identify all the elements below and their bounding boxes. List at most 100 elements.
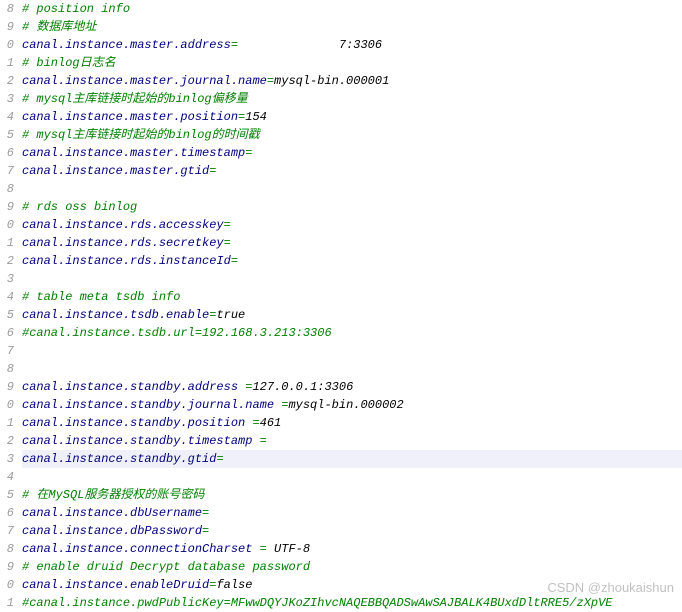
line-number: 4 [0, 468, 14, 486]
redacted-value [209, 506, 216, 520]
property-key: canal.instance.master.journal.name [22, 74, 267, 88]
code-area: # position info # 数据库地址 canal.instance.mas… [16, 0, 682, 612]
equals: = [231, 254, 238, 268]
equals: = [245, 146, 252, 160]
line-number: 4 [0, 288, 14, 306]
property-key: canal.instance.standby.position [22, 416, 252, 430]
code-line: canal.instance.master.position=154 [22, 108, 682, 126]
line-number: 9 [0, 198, 14, 216]
line-number: 4 [0, 108, 14, 126]
code-line [22, 342, 682, 360]
code-line: # 数据库地址 [22, 18, 682, 36]
property-value: 7:3306 [339, 38, 382, 52]
code-line: # rds oss binlog [22, 198, 682, 216]
line-number: 8 [0, 540, 14, 558]
property-key: canal.instance.master.address [22, 38, 231, 52]
comment: # mysql主库链接时起始的binlog偏移量 [22, 92, 248, 106]
line-number: 5 [0, 306, 14, 324]
code-line: canal.instance.master.timestamp= [22, 144, 682, 162]
property-value: 461 [260, 416, 282, 430]
code-line: # mysql主库链接时起始的binlog偏移量 [22, 90, 682, 108]
comment: # enable druid Decrypt database password [22, 560, 310, 574]
property-key: canal.instance.rds.instanceId [22, 254, 231, 268]
line-number: 9 [0, 18, 14, 36]
code-line: canal.instance.dbUsername= [22, 504, 682, 522]
property-key: canal.instance.rds.accesskey [22, 218, 224, 232]
property-value: true [216, 308, 245, 322]
equals: = [260, 434, 267, 448]
line-number: 6 [0, 324, 14, 342]
equals: = [260, 542, 274, 556]
comment: # binlog日志名 [22, 56, 116, 70]
property-value: UTF-8 [274, 542, 310, 556]
property-value: false [216, 578, 252, 592]
line-number: 8 [0, 0, 14, 18]
line-number: 3 [0, 90, 14, 108]
property-value: 127.0.0.1:3306 [252, 380, 353, 394]
property-key: canal.instance.dbUsername [22, 506, 202, 520]
line-number: 9 [0, 378, 14, 396]
line-number: 3 [0, 450, 14, 468]
property-key: canal.instance.master.position [22, 110, 238, 124]
comment: # 数据库地址 [22, 20, 96, 34]
redacted-value [238, 38, 339, 52]
line-number: 1 [0, 234, 14, 252]
equals: = [231, 38, 238, 52]
code-line: # position info [22, 0, 682, 18]
line-number: 7 [0, 162, 14, 180]
property-key: canal.instance.rds.secretkey [22, 236, 224, 250]
code-line: canal.instance.master.address= 7:3306 [22, 36, 682, 54]
code-line: # enable druid Decrypt database password [22, 558, 682, 576]
code-line: canal.instance.standby.gtid= [22, 450, 682, 468]
comment: #canal.instance.tsdb.url=192.168.3.213:3… [22, 326, 332, 340]
line-number: 8 [0, 360, 14, 378]
code-line: #canal.instance.tsdb.url=192.168.3.213:3… [22, 324, 682, 342]
code-line: # binlog日志名 [22, 54, 682, 72]
code-line: canal.instance.standby.address =127.0.0.… [22, 378, 682, 396]
comment: # 在MySQL服务器授权的账号密码 [22, 488, 204, 502]
line-number: 1 [0, 414, 14, 432]
property-value: mysql-bin.000002 [288, 398, 403, 412]
comment: # mysql主库链接时起始的binlog的时间戳 [22, 128, 260, 142]
line-number: 9 [0, 558, 14, 576]
comment: #canal.instance.pwdPublicKey=MFwwDQYJKoZ… [22, 596, 613, 610]
line-number: 5 [0, 126, 14, 144]
line-number: 5 [0, 486, 14, 504]
property-key: canal.instance.standby.gtid [22, 452, 216, 466]
code-line: canal.instance.connectionCharset = UTF-8 [22, 540, 682, 558]
equals: = [252, 416, 259, 430]
code-line: canal.instance.standby.position =461 [22, 414, 682, 432]
code-line: canal.instance.rds.secretkey= [22, 234, 682, 252]
line-number: 6 [0, 504, 14, 522]
property-key: canal.instance.connectionCharset [22, 542, 260, 556]
equals: = [224, 236, 231, 250]
code-line: # table meta tsdb info [22, 288, 682, 306]
equals: = [209, 164, 216, 178]
line-number: 7 [0, 522, 14, 540]
comment: # position info [22, 2, 130, 16]
property-key: canal.instance.master.gtid [22, 164, 209, 178]
property-key: canal.instance.master.timestamp [22, 146, 245, 160]
code-line: # 在MySQL服务器授权的账号密码 [22, 486, 682, 504]
line-number: 0 [0, 396, 14, 414]
code-line [22, 360, 682, 378]
line-number: 0 [0, 576, 14, 594]
code-line: canal.instance.standby.timestamp = [22, 432, 682, 450]
property-value: 154 [245, 110, 267, 124]
property-value: mysql-bin.000001 [274, 74, 389, 88]
line-number: 0 [0, 36, 14, 54]
property-key: canal.instance.enableDruid [22, 578, 209, 592]
property-key: canal.instance.standby.address [22, 380, 245, 394]
equals: = [224, 218, 231, 232]
line-number: 8 [0, 180, 14, 198]
code-line: canal.instance.rds.instanceId= [22, 252, 682, 270]
code-line [22, 180, 682, 198]
line-number: 1 [0, 54, 14, 72]
line-number: 1 [0, 594, 14, 612]
property-key: canal.instance.dbPassword [22, 524, 202, 538]
code-line: canal.instance.master.gtid= [22, 162, 682, 180]
line-number: 0 [0, 216, 14, 234]
code-line [22, 270, 682, 288]
line-number: 3 [0, 270, 14, 288]
code-line: canal.instance.master.journal.name=mysql… [22, 72, 682, 90]
